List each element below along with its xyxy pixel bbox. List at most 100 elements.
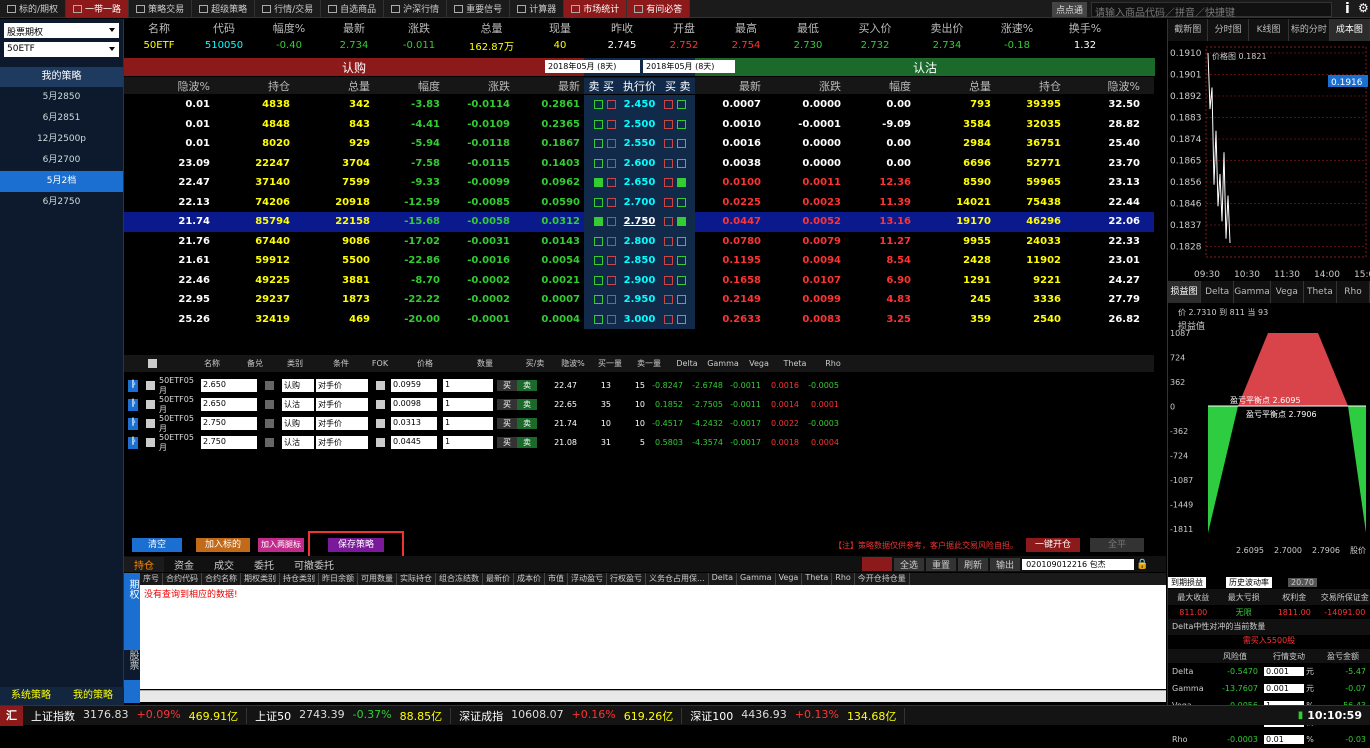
risk-input[interactable]: 0.01 [1264,735,1304,744]
chart-tab[interactable]: K线图 [1249,19,1289,41]
expiry-pl-select[interactable]: 到期损益 [1168,577,1206,588]
call-sell-checkbox[interactable] [594,100,603,109]
put-buy-checkbox[interactable] [664,178,673,187]
chart-icon[interactable]: ╠ [128,399,138,411]
bottom-tab[interactable]: 资金 [164,557,204,572]
select-all-button[interactable]: 全选 [894,558,924,571]
type-select[interactable]: 认沽 [282,398,314,411]
put-date-select[interactable]: 2018年05月 (8天) [643,60,735,73]
covered-checkbox[interactable] [265,381,274,390]
account-select[interactable]: 020109012216 包杰 [1022,559,1134,570]
order-row[interactable]: ╠50ETF05月2.650认沽对手价0.00981买卖22.6535100.1… [124,395,1154,414]
chain-row[interactable]: 0.014838342-3.83-0.01140.28612.4500.0007… [124,95,1154,115]
put-sell-checkbox[interactable] [677,139,686,148]
chain-row[interactable]: 21.76674409086-17.02-0.00310.01432.8000.… [124,232,1154,252]
bottom-tab[interactable]: 可撤委托 [284,557,344,572]
chain-row[interactable]: 22.95292371873-22.22-0.00020.00072.9500.… [124,290,1154,310]
strategy-item[interactable]: 6月2851 [0,108,123,129]
chart-tab[interactable]: 标的分时 [1289,19,1329,41]
side-tab-stock[interactable]: 股票 [124,650,140,680]
order-checkbox[interactable] [146,400,155,409]
greek-tab[interactable]: Theta [1304,281,1337,303]
strategy-item[interactable]: 5月2850 [0,87,123,108]
buy-button[interactable]: 买 [497,437,517,448]
call-buy-checkbox[interactable] [607,237,616,246]
put-sell-checkbox[interactable] [677,295,686,304]
greek-tab[interactable]: 损益图 [1168,281,1201,303]
put-buy-checkbox[interactable] [664,198,673,207]
toolbar-item-4[interactable]: 行情/交易 [255,0,321,18]
call-sell-checkbox[interactable] [594,159,603,168]
put-sell-checkbox[interactable] [677,198,686,207]
order-checkbox[interactable] [146,438,155,447]
risk-input[interactable]: 0.001 [1264,667,1304,676]
buy-button[interactable]: 买 [497,399,517,410]
chain-row[interactable]: 21.748579422158-15.68-0.00580.03122.7500… [124,212,1154,232]
condition-select[interactable]: 对手价 [316,417,368,430]
call-buy-checkbox[interactable] [607,276,616,285]
call-sell-checkbox[interactable] [594,120,603,129]
type-select[interactable]: 认购 [282,417,314,430]
clear-button[interactable]: 清空 [132,538,182,552]
bottom-tab[interactable]: 成交 [204,557,244,572]
put-buy-checkbox[interactable] [664,120,673,129]
hist-vol-select[interactable]: 历史波动率 [1226,577,1272,588]
price-input[interactable]: 0.0313 [391,417,437,430]
call-buy-checkbox[interactable] [607,256,616,265]
type-select[interactable]: 认购 [282,379,314,392]
fok-checkbox[interactable] [376,438,385,447]
call-buy-checkbox[interactable] [607,100,616,109]
call-buy-checkbox[interactable] [607,295,616,304]
strategy-item[interactable]: 5月2档 [0,171,123,192]
chain-row[interactable]: 25.2632419469-20.00-0.00010.00043.0000.2… [124,310,1154,330]
greek-tab[interactable]: Delta [1201,281,1234,303]
call-buy-checkbox[interactable] [607,139,616,148]
qty-input[interactable]: 1 [443,398,493,411]
put-sell-checkbox[interactable] [677,217,686,226]
chain-row[interactable]: 21.61599125500-22.86-0.00160.00542.8500.… [124,251,1154,271]
qty-input[interactable]: 1 [443,436,493,449]
condition-select[interactable]: 对手价 [316,379,368,392]
underlying-select[interactable]: 50ETF [4,42,119,57]
greek-tab[interactable]: Rho [1337,281,1370,303]
toolbar-item-3[interactable]: 超级策略 [192,0,255,18]
toolbar-item-5[interactable]: 自选商品 [321,0,384,18]
gear-icon[interactable]: ⚙ [1358,1,1369,15]
strike-select[interactable]: 2.750 [201,417,257,430]
call-buy-checkbox[interactable] [607,159,616,168]
buy-button[interactable]: 买 [497,380,517,391]
put-sell-checkbox[interactable] [677,315,686,324]
toolbar-item-6[interactable]: 沪深行情 [384,0,447,18]
chain-row[interactable]: 0.018020929-5.94-0.01180.18672.5500.0016… [124,134,1154,154]
toolbar-item-10[interactable]: 有问必答 [627,0,690,18]
side-tab-option[interactable]: 期权 [124,573,140,703]
put-sell-checkbox[interactable] [677,276,686,285]
strategy-item[interactable]: 6月2700 [0,150,123,171]
add-two-leg-button[interactable]: 加入两腿标的 [258,538,304,552]
risk-input[interactable]: 0.001 [1264,684,1304,693]
toolbar-item-2[interactable]: 策略交易 [129,0,192,18]
call-sell-checkbox[interactable] [594,315,603,324]
quote-row[interactable]: 50ETF510050-0.402.734-0.011162.87万402.74… [124,37,1166,54]
put-sell-checkbox[interactable] [677,100,686,109]
index-ticker[interactable]: 深证成指10608.07+0.16%619.26亿 [451,708,682,724]
put-buy-checkbox[interactable] [664,295,673,304]
condition-select[interactable]: 对手价 [316,398,368,411]
tab-system-strategy[interactable]: 系统策略 [0,687,62,705]
tab-my-strategy[interactable]: 我的策略 [62,687,124,705]
covered-checkbox[interactable] [265,438,274,447]
call-buy-checkbox[interactable] [607,217,616,226]
strike-select[interactable]: 2.650 [201,379,257,392]
call-buy-checkbox[interactable] [607,120,616,129]
strategy-item[interactable]: 6月2750 [0,192,123,213]
call-sell-checkbox[interactable] [594,256,603,265]
order-checkbox[interactable] [146,419,155,428]
covered-checkbox[interactable] [265,419,274,428]
chart-icon[interactable]: ╠ [128,380,138,392]
toolbar-item-8[interactable]: 计算器 [510,0,564,18]
call-date-select[interactable]: 2018年05月 (8天) [545,60,640,73]
put-buy-checkbox[interactable] [664,256,673,265]
price-input[interactable]: 0.0959 [391,379,437,392]
save-strategy-button[interactable]: 保存策略 [328,538,384,552]
fok-checkbox[interactable] [376,381,385,390]
